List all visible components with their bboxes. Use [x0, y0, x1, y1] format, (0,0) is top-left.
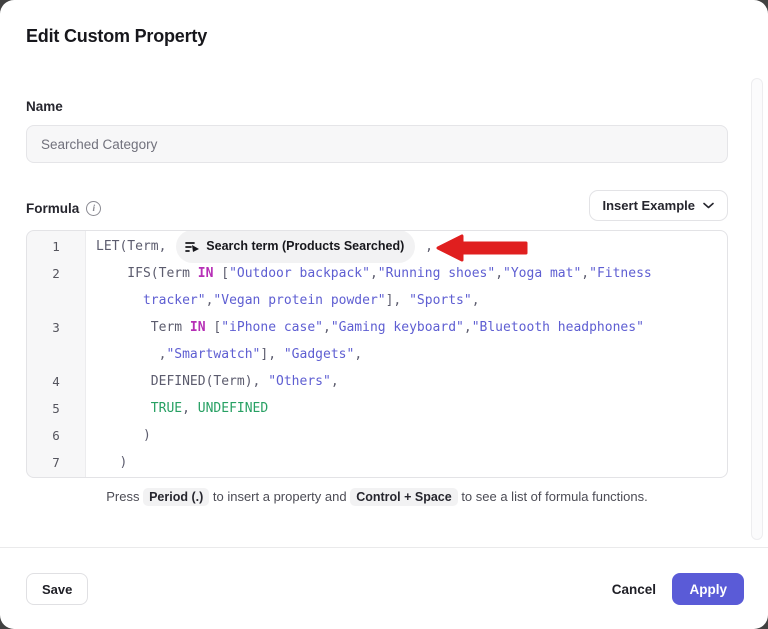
code-line: Term IN ["iPhone case","Gaming keyboard"… — [85, 314, 727, 341]
code-token: , — [331, 368, 339, 395]
code-token: ], — [260, 341, 283, 368]
line-number — [27, 287, 85, 314]
code-token: "Gadgets" — [284, 341, 354, 368]
footer-divider — [0, 547, 768, 548]
code-token: "Others" — [268, 368, 331, 395]
code-token: , — [96, 341, 166, 368]
insert-example-button[interactable]: Insert Example — [589, 190, 729, 221]
code-token: LET(Term, — [96, 233, 174, 260]
line-number: 5 — [27, 395, 85, 422]
line-number: 4 — [27, 368, 85, 395]
line-number: 2 — [27, 260, 85, 287]
code-line: ) — [85, 449, 727, 476]
formula-label: Formula — [26, 201, 79, 216]
name-label: Name — [26, 99, 63, 114]
line-number: 6 — [27, 422, 85, 449]
control-space-shortcut-key: Control + Space — [350, 488, 458, 506]
line-number: 3 — [27, 314, 85, 341]
code-token: tracker" — [143, 287, 206, 314]
code-line: TRUE, UNDEFINED — [85, 395, 727, 422]
code-token: [ — [213, 260, 229, 287]
line-number — [27, 341, 85, 368]
code-token: "Fitness — [589, 260, 652, 287]
code-line: ) — [85, 422, 727, 449]
code-token: DEFINED(Term), — [96, 368, 268, 395]
code-token: UNDEFINED — [198, 395, 268, 422]
property-pill-label: Search term (Products Searched) — [206, 233, 404, 260]
dialog-title: Edit Custom Property — [26, 26, 207, 47]
code-line: DEFINED(Term), "Others", — [85, 368, 727, 395]
code-token: "Vegan protein powder" — [213, 287, 385, 314]
apply-button[interactable]: Apply — [672, 573, 744, 605]
property-pill[interactable]: Search term (Products Searched) — [176, 230, 415, 263]
code-token: "Outdoor backpack" — [229, 260, 370, 287]
code-token: "Smartwatch" — [166, 341, 260, 368]
hint-text: Press — [106, 489, 143, 504]
code-token: Term — [96, 314, 190, 341]
cancel-button[interactable]: Cancel — [606, 573, 662, 605]
code-token: IFS(Term — [96, 260, 198, 287]
property-token-icon — [185, 241, 200, 253]
code-token: "iPhone case" — [221, 314, 323, 341]
formula-code-lines: 1LET(Term, Search term (Products Searche… — [27, 231, 727, 476]
code-token: , — [472, 287, 480, 314]
code-token — [96, 395, 151, 422]
save-button[interactable]: Save — [26, 573, 88, 605]
code-token: , — [370, 260, 378, 287]
code-token: "Gaming keyboard" — [331, 314, 464, 341]
code-token: "Bluetooth headphones" — [472, 314, 644, 341]
code-token: , — [206, 287, 214, 314]
code-line: tracker","Vegan protein powder"], "Sport… — [85, 287, 727, 314]
name-input[interactable] — [26, 125, 728, 163]
formula-hint: Press Period (.) to insert a property an… — [26, 489, 728, 504]
code-token: , — [464, 314, 472, 341]
code-token: IN — [190, 314, 206, 341]
code-token: , — [417, 233, 433, 260]
info-icon[interactable]: i — [86, 201, 101, 216]
period-shortcut-key: Period (.) — [143, 488, 209, 506]
code-token: ) — [96, 449, 127, 476]
code-token: , — [323, 314, 331, 341]
edit-custom-property-dialog: Edit Custom Property Name Formula i Inse… — [0, 0, 768, 629]
vertical-scrollbar[interactable] — [751, 78, 763, 540]
code-token: , — [182, 395, 198, 422]
code-token — [96, 287, 143, 314]
code-token: , — [581, 260, 589, 287]
line-number: 7 — [27, 449, 85, 476]
hint-text: to insert a property and — [209, 489, 350, 504]
code-token: IN — [198, 260, 214, 287]
formula-label-row: Formula i — [26, 201, 101, 216]
hint-text: to see a list of formula functions. — [458, 489, 648, 504]
code-line: ,"Smartwatch"], "Gadgets", — [85, 341, 727, 368]
red-arrow-annotation — [435, 233, 531, 265]
line-number: 1 — [27, 233, 85, 260]
code-token: , — [354, 341, 362, 368]
code-token: [ — [206, 314, 222, 341]
code-token: "Sports" — [409, 287, 472, 314]
formula-editor[interactable]: 1LET(Term, Search term (Products Searche… — [26, 230, 728, 478]
code-line: LET(Term, Search term (Products Searched… — [85, 233, 727, 260]
code-line: IFS(Term IN ["Outdoor backpack","Running… — [85, 260, 727, 287]
code-token: ], — [386, 287, 409, 314]
code-token: ) — [96, 422, 151, 449]
insert-example-label: Insert Example — [603, 198, 696, 213]
code-token: TRUE — [151, 395, 182, 422]
chevron-down-icon — [703, 202, 714, 209]
